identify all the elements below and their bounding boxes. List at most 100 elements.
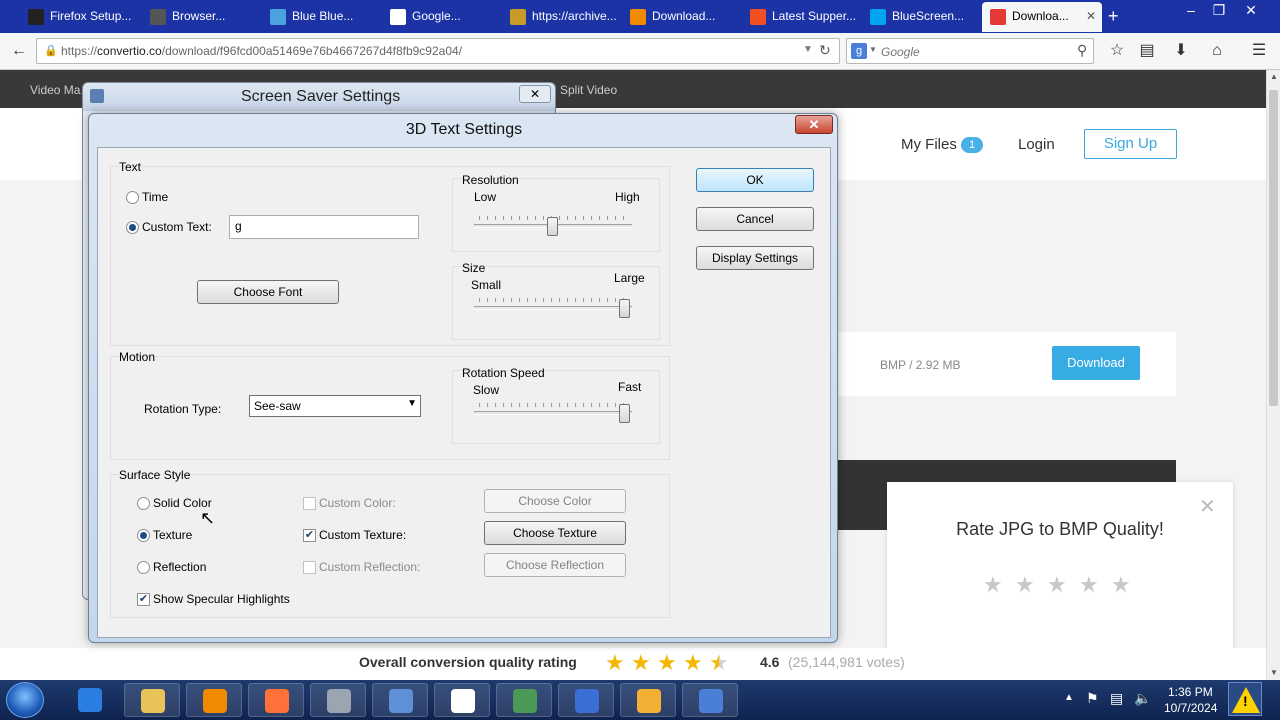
page-scrollbar[interactable]: ▲ ▼ — [1266, 70, 1280, 680]
show-hidden-icons-icon[interactable]: ▲ — [1064, 692, 1074, 703]
browser-tab[interactable]: Blue Blue... — [262, 2, 378, 32]
browser-tab[interactable]: BlueScreen... — [862, 2, 978, 32]
search-bar[interactable]: g ▼ Google ⚲ — [846, 38, 1094, 64]
home-icon[interactable]: ⌂ — [1204, 39, 1230, 65]
star-icon[interactable]: ★ — [983, 572, 1003, 598]
taskbar-app-button[interactable] — [248, 683, 304, 717]
specular-highlights-checkbox[interactable]: ✔ — [137, 593, 150, 606]
signup-button[interactable]: Sign Up — [1084, 129, 1177, 159]
tab-close-icon[interactable]: ✕ — [1086, 2, 1096, 30]
size-label: Size — [462, 261, 486, 275]
warning-icon[interactable]: ! — [1228, 682, 1262, 716]
network-icon[interactable]: ▤ — [1110, 690, 1123, 707]
scrollbar-thumb[interactable] — [1269, 90, 1278, 406]
display-settings-button[interactable]: Display Settings — [696, 246, 814, 270]
star-icon[interactable]: ★ — [657, 650, 677, 676]
cancel-button[interactable]: Cancel — [696, 207, 814, 231]
screen-saver-close-button[interactable]: ✕ — [519, 85, 551, 103]
taskbar-app-button[interactable] — [682, 683, 738, 717]
clock-time[interactable]: 1:36 PM — [1168, 685, 1213, 699]
taskbar-app-button[interactable] — [372, 683, 428, 717]
search-icon[interactable]: ⚲ — [1077, 42, 1087, 59]
choose-color-button[interactable]: Choose Color — [484, 489, 626, 513]
size-slider-thumb[interactable] — [619, 299, 630, 318]
download-button[interactable]: Download — [1052, 346, 1140, 380]
rating-title: Rate JPG to BMP Quality! — [956, 519, 1164, 539]
volume-muted-icon[interactable]: 🔈 — [1134, 690, 1151, 707]
star-icon[interactable]: ★ — [1111, 572, 1131, 598]
choose-reflection-button[interactable]: Choose Reflection — [484, 553, 626, 577]
taskbar-app-button[interactable] — [124, 683, 180, 717]
browser-tab[interactable]: Google... — [382, 2, 498, 32]
taskbar-app-button[interactable] — [620, 683, 676, 717]
custom-texture-checkbox[interactable]: ✔ — [303, 529, 316, 542]
browser-tab[interactable]: https://archive... — [502, 2, 618, 32]
size-slider-track[interactable] — [474, 306, 632, 310]
solid-color-radio[interactable] — [137, 497, 150, 510]
custom-text-label: Custom Text: — [142, 220, 212, 234]
star-icon[interactable]: ★ — [683, 650, 703, 676]
taskbar-app-button[interactable] — [310, 683, 366, 717]
speed-slider-track[interactable] — [474, 411, 632, 415]
back-arrow-icon[interactable]: ← — [6, 39, 32, 65]
star-icon[interactable]: ★ — [631, 650, 651, 676]
custom-reflection-checkbox[interactable] — [303, 561, 316, 574]
choose-texture-button[interactable]: Choose Texture — [484, 521, 626, 545]
reflection-radio[interactable] — [137, 561, 150, 574]
browser-tab[interactable]: Firefox Setup... — [20, 2, 138, 32]
texture-radio[interactable] — [137, 529, 150, 542]
scroll-down-arrow-icon[interactable]: ▼ — [1270, 668, 1278, 677]
new-tab-button[interactable]: + — [1108, 6, 1119, 27]
reading-list-icon[interactable]: ▤ — [1134, 39, 1160, 65]
action-center-icon[interactable]: ⚑ — [1086, 690, 1099, 707]
star-icon[interactable]: ★ — [1047, 572, 1067, 598]
rotation-type-dropdown[interactable]: See-saw ▼ — [249, 395, 421, 417]
ok-button[interactable]: OK — [696, 168, 814, 192]
minimize-window-button[interactable]: – — [1176, 0, 1206, 20]
text3d-close-button[interactable]: ✕ — [795, 115, 833, 134]
taskbar-app-button[interactable] — [434, 683, 490, 717]
taskbar-app-button[interactable] — [186, 683, 242, 717]
screen-saver-app-icon — [90, 89, 104, 103]
custom-color-checkbox[interactable] — [303, 497, 316, 510]
clock-date[interactable]: 10/7/2024 — [1164, 701, 1217, 715]
star-icon[interactable]: ★ — [1079, 572, 1099, 598]
nav-link-split-video[interactable]: Split Video — [560, 83, 617, 97]
address-bar[interactable]: 🔒 https://convertio.co/download/f96fcd00… — [36, 38, 840, 64]
speed-slider-thumb[interactable] — [619, 404, 630, 423]
time-radio[interactable] — [126, 191, 139, 204]
my-files-count-badge: 1 — [961, 137, 983, 153]
star-icon[interactable]: ★ — [709, 650, 729, 676]
custom-text-radio[interactable] — [126, 221, 139, 234]
reload-icon[interactable]: ↻ — [819, 42, 831, 59]
browser-tab[interactable]: Latest Supper... — [742, 2, 858, 32]
engine-dropdown-icon[interactable]: ▼ — [869, 45, 877, 54]
taskbar-app-button[interactable] — [62, 683, 118, 717]
resolution-low-label: Low — [474, 190, 497, 204]
choose-font-button[interactable]: Choose Font — [197, 280, 339, 304]
start-button[interactable] — [6, 682, 44, 718]
rotation-speed-label: Rotation Speed — [462, 366, 545, 380]
star-icon[interactable]: ★ — [1015, 572, 1035, 598]
resolution-slider-thumb[interactable] — [546, 217, 558, 236]
my-files-link[interactable]: My Files — [901, 136, 957, 153]
taskbar-app-button[interactable] — [496, 683, 552, 717]
browser-tab[interactable]: Download... — [622, 2, 738, 32]
browser-tab[interactable]: Downloa... ✕ — [982, 2, 1102, 32]
bookmark-star-icon[interactable]: ☆ — [1104, 39, 1130, 65]
downloads-icon[interactable]: ⬇ — [1168, 39, 1194, 65]
close-window-button[interactable]: ✕ — [1236, 0, 1266, 20]
google-icon — [390, 9, 406, 25]
browser-tab-label: Latest Supper... — [772, 9, 857, 23]
menu-icon[interactable]: ☰ — [1246, 39, 1272, 65]
custom-text-input[interactable]: g — [229, 215, 419, 239]
restore-window-button[interactable]: ❐ — [1204, 0, 1234, 20]
close-icon[interactable]: ✕ — [1199, 494, 1216, 519]
google-search-engine-icon[interactable]: g — [851, 43, 867, 59]
dropdown-icon[interactable]: ▼ — [803, 44, 813, 55]
login-link[interactable]: Login — [1018, 136, 1055, 153]
scroll-up-arrow-icon[interactable]: ▲ — [1270, 72, 1278, 81]
browser-tab[interactable]: Browser... — [142, 2, 258, 32]
taskbar-app-button[interactable] — [558, 683, 614, 717]
star-icon[interactable]: ★ — [605, 650, 625, 676]
